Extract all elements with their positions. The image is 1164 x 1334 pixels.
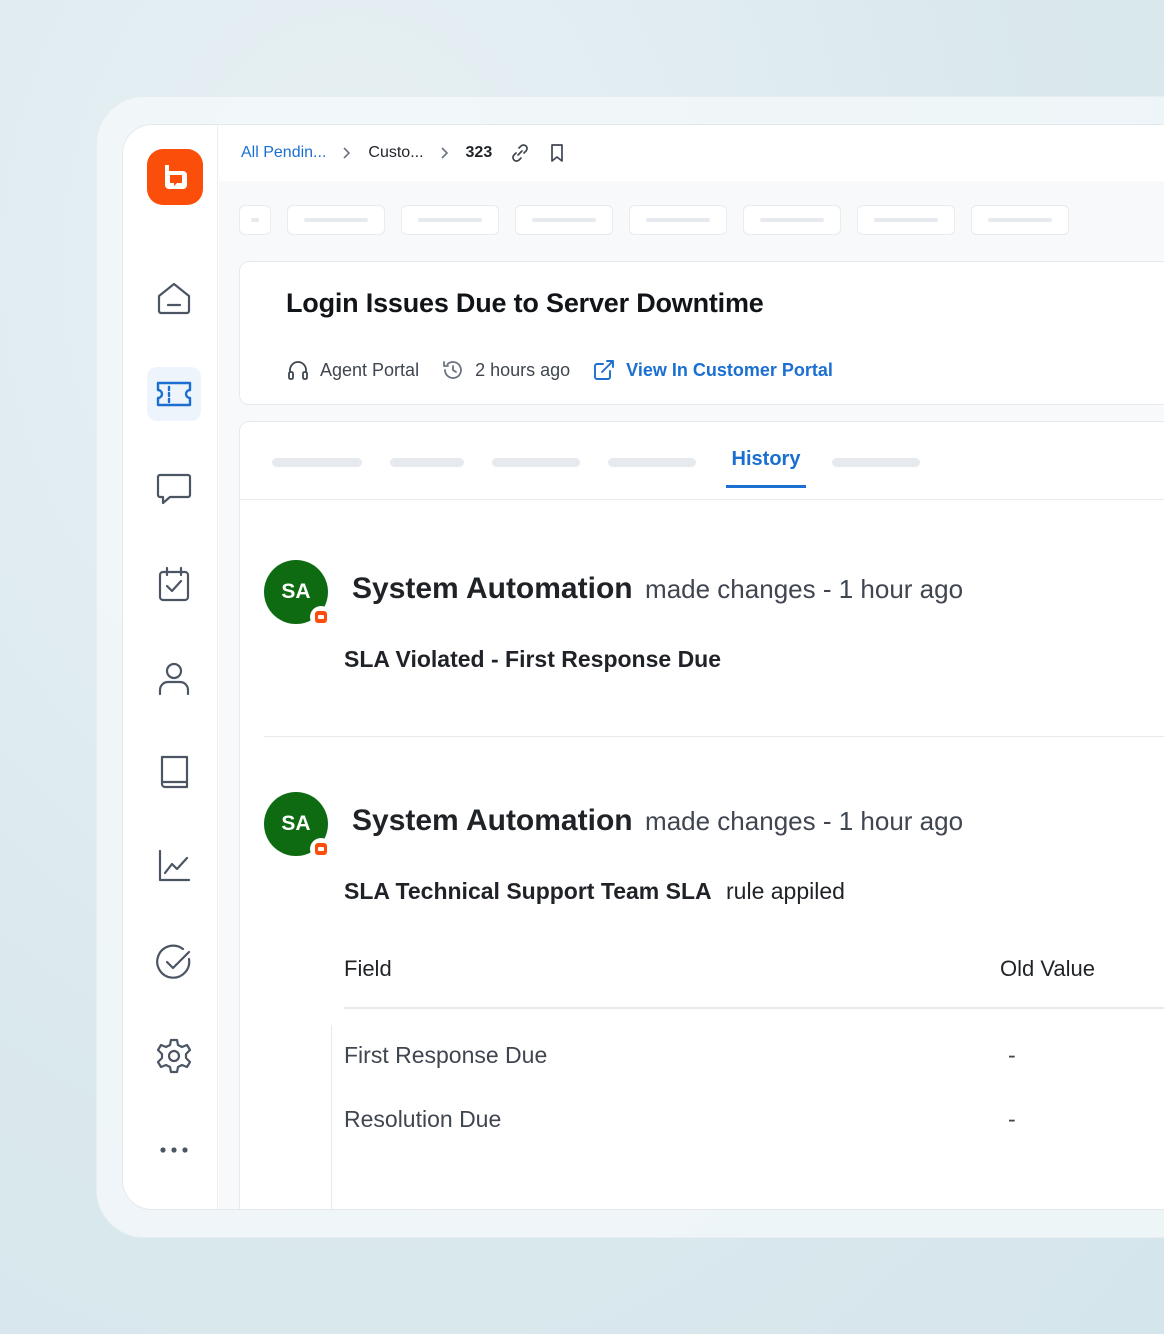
breadcrumb-all-pending[interactable]: All Pendin... (241, 144, 326, 162)
history-panel: History SA System Automation made change… (239, 421, 1164, 1209)
tab-placeholder[interactable] (832, 458, 920, 467)
nav-home[interactable] (147, 271, 201, 325)
tab-placeholder[interactable] (272, 458, 362, 467)
old-value: - (1008, 1042, 1016, 1068)
tab-placeholder (971, 205, 1069, 235)
ticket-source: Agent Portal (286, 358, 419, 382)
chart-line-icon (158, 849, 191, 882)
history-entry-header: System Automation made changes - 1 hour … (352, 804, 963, 838)
chat-icon (156, 473, 192, 505)
ticket-source-label: Agent Portal (320, 359, 420, 380)
avatar-initials: SA (281, 812, 311, 835)
nav-tasks[interactable] (147, 557, 201, 611)
tab-placeholder (629, 205, 727, 235)
divider (264, 736, 1164, 737)
divider (331, 1025, 332, 1209)
actor-name: System Automation (352, 572, 633, 605)
tab-placeholder (287, 205, 385, 235)
ticket-icon (156, 381, 192, 407)
chevron-right-icon (342, 146, 352, 160)
ticket-time-label: 2 hours ago (475, 359, 571, 380)
panel-tabs: History (240, 422, 1164, 500)
column-header-old-value: Old Value (1000, 956, 1095, 981)
old-value: - (1008, 1106, 1016, 1132)
entry-action: made changes - 1 hour ago (645, 806, 964, 836)
bookmark-icon[interactable] (548, 143, 566, 163)
table-divider (344, 1007, 1164, 1009)
calendar-check-icon (158, 566, 190, 602)
nav-knowledge-base[interactable] (147, 745, 201, 799)
chevron-right-icon (440, 146, 450, 160)
breadcrumb: All Pendin... Custo... 323 (219, 125, 1164, 181)
tab-placeholder (743, 205, 841, 235)
avatar-initials: SA (281, 580, 311, 603)
history-entry-header: System Automation made changes - 1 hour … (352, 572, 963, 606)
nav-contacts[interactable] (147, 651, 201, 705)
app-logo[interactable] (147, 149, 203, 205)
check-circle-icon (156, 944, 191, 979)
tab-placeholder (401, 205, 499, 235)
nav-tickets[interactable] (147, 367, 201, 421)
logo-icon (165, 165, 187, 189)
view-customer-portal[interactable]: View In Customer Portal (592, 358, 833, 382)
nav-more[interactable] (147, 1123, 201, 1177)
main-area: All Pendin... Custo... 323 Login Issues … (219, 125, 1164, 1209)
field-name: First Response Due (344, 1042, 548, 1068)
home-icon (157, 282, 191, 315)
tab-placeholder (857, 205, 955, 235)
link-icon[interactable] (510, 143, 530, 163)
breadcrumb-customer[interactable]: Custo... (368, 144, 423, 162)
book-icon (160, 755, 189, 789)
nav-conversations[interactable] (147, 461, 201, 515)
headphones-icon (288, 361, 308, 380)
brand-badge-icon (310, 838, 332, 860)
more-dots-icon (160, 1147, 188, 1153)
nav-settings[interactable] (147, 1029, 201, 1083)
entry-description-bold: SLA Violated - First Response Due (344, 646, 722, 672)
tab-placeholder[interactable] (390, 458, 464, 467)
ticket-header-card: Login Issues Due to Server Downtime Agen… (239, 261, 1164, 405)
top-tabs-loading (239, 205, 1069, 235)
tab-placeholder[interactable] (492, 458, 580, 467)
tab-placeholder[interactable] (608, 458, 696, 467)
nav-reports[interactable] (147, 839, 201, 893)
view-customer-portal-link[interactable]: View In Customer Portal (626, 360, 833, 381)
entry-description-rest: rule appiled (726, 878, 845, 904)
sidebar (123, 125, 218, 1209)
entry-description: SLA Technical Support Team SLA rule appi… (344, 878, 845, 905)
gear-icon (156, 1038, 192, 1074)
history-clock-icon (443, 361, 462, 379)
tab-history[interactable]: History (726, 448, 806, 488)
app-window: All Pendin... Custo... 323 Login Issues … (122, 124, 1164, 1210)
field-name: Resolution Due (344, 1106, 502, 1132)
content-area: Login Issues Due to Server Downtime Agen… (219, 181, 1164, 1209)
ticket-meta: Agent Portal 2 hours ago View In Custome… (286, 358, 855, 382)
actor-name: System Automation (352, 804, 633, 837)
entry-description: SLA Violated - First Response Due (344, 646, 721, 673)
entry-description-bold: SLA Technical Support Team SLA (344, 878, 712, 904)
nav-approvals[interactable] (147, 935, 201, 989)
breadcrumb-ticket-id: 323 (465, 144, 493, 161)
column-header-field: Field (344, 956, 392, 981)
brand-badge-icon (310, 606, 332, 628)
ticket-time: 2 hours ago (441, 358, 570, 382)
user-icon (158, 662, 190, 696)
tab-placeholder (515, 205, 613, 235)
entry-action: made changes - 1 hour ago (645, 574, 964, 604)
external-link-icon (594, 360, 615, 380)
tab-placeholder (239, 205, 271, 235)
ticket-title: Login Issues Due to Server Downtime (286, 288, 764, 318)
